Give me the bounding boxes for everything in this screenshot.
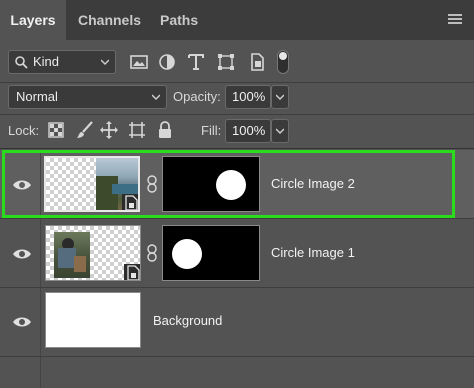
opacity-field[interactable]: 100% — [225, 85, 271, 109]
layer-row-circle-image-1[interactable]: Circle Image 1 — [0, 219, 474, 287]
selection-highlight-frame — [2, 150, 455, 218]
blend-mode-dropdown[interactable]: Normal — [8, 85, 167, 109]
fill-label: Fill: — [201, 123, 222, 138]
opacity-slider-button[interactable] — [271, 85, 289, 109]
layer-name[interactable]: Circle Image 1 — [271, 245, 355, 260]
image-filter-icon[interactable] — [130, 53, 148, 71]
person-photo — [54, 232, 90, 278]
smart-object-badge-icon — [124, 264, 140, 280]
filter-toggle-icon[interactable] — [277, 50, 289, 74]
lock-all-icon[interactable] — [156, 121, 174, 139]
lock-artboard-icon[interactable] — [128, 121, 146, 139]
adjustment-filter-icon[interactable] — [158, 53, 176, 71]
lock-transparent-icon[interactable] — [48, 122, 64, 138]
lock-position-icon[interactable] — [100, 121, 118, 139]
fill-field[interactable]: 100% — [225, 119, 271, 143]
chevron-down-icon — [276, 94, 284, 100]
mask-link-icon[interactable] — [147, 244, 157, 262]
opacity-label: Opacity: — [173, 89, 221, 104]
tab-layers[interactable]: Layers — [0, 0, 66, 40]
panel-tab-bar: Layers Channels Paths — [0, 0, 474, 40]
kind-filter-dropdown[interactable]: Kind — [8, 50, 116, 74]
fill-value: 100% — [232, 123, 266, 138]
search-icon — [15, 56, 28, 69]
layers-panel: Layers Channels Paths Kind Normal Opacit… — [0, 0, 474, 388]
smart-object-filter-icon[interactable] — [248, 53, 266, 71]
chevron-down-icon — [276, 128, 284, 134]
layer-mask-thumbnail[interactable] — [162, 225, 260, 281]
panel-menu-icon[interactable] — [448, 14, 462, 24]
fill-slider-button[interactable] — [271, 119, 289, 143]
visibility-eye-icon[interactable] — [12, 316, 32, 328]
type-filter-icon[interactable] — [187, 53, 205, 71]
layer-row-background[interactable]: Background — [0, 288, 474, 356]
opacity-value: 100% — [232, 89, 266, 104]
kind-filter-label: Kind — [33, 54, 60, 69]
layer-thumbnail[interactable] — [45, 292, 141, 348]
lock-label: Lock: — [8, 123, 40, 138]
visibility-eye-icon[interactable] — [12, 248, 32, 260]
layer-name[interactable]: Background — [153, 313, 222, 328]
tab-channels[interactable]: Channels — [78, 0, 141, 40]
tab-paths[interactable]: Paths — [160, 0, 198, 40]
mask-circle-shape — [172, 239, 202, 269]
chevron-down-icon — [152, 94, 160, 100]
lock-paint-icon[interactable] — [76, 121, 94, 139]
blend-mode-label: Normal — [16, 89, 58, 104]
layer-thumbnail[interactable] — [45, 225, 141, 281]
chevron-down-icon — [101, 59, 109, 65]
shape-filter-icon[interactable] — [217, 53, 235, 71]
